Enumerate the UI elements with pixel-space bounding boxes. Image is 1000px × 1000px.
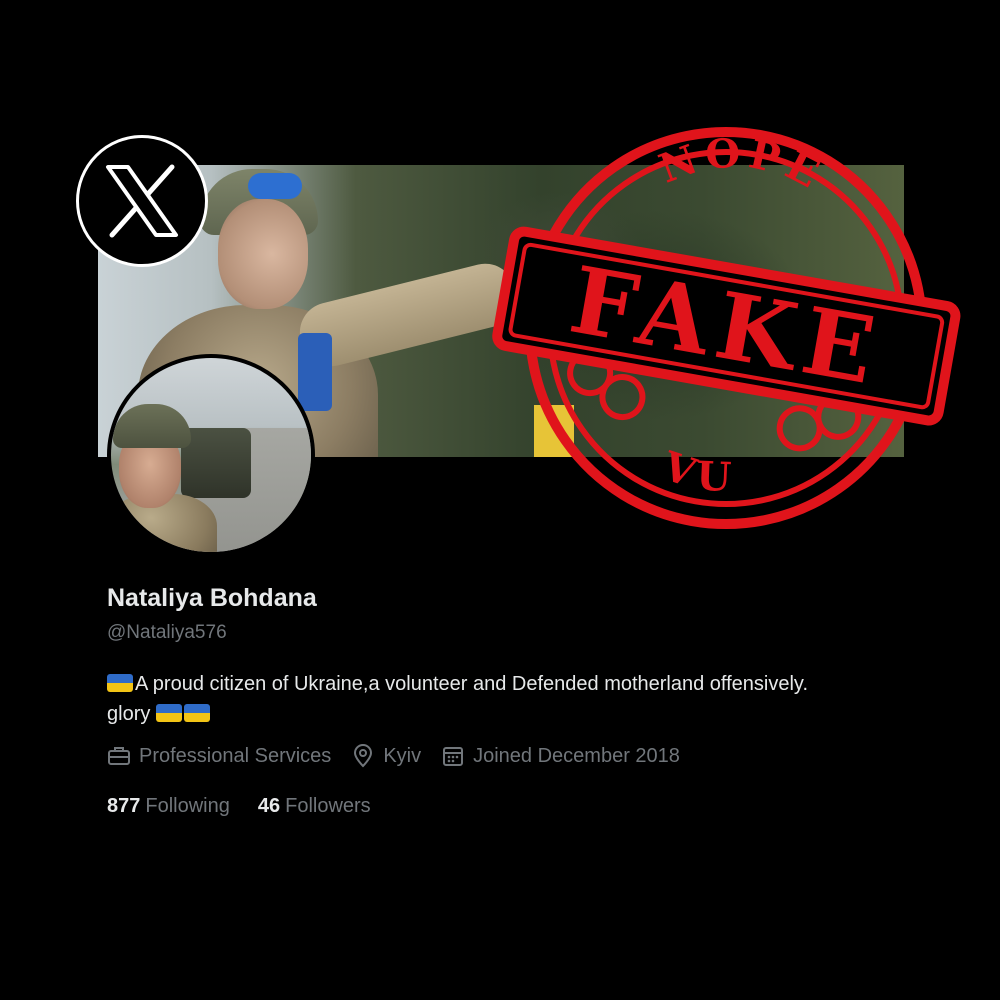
location-pin-icon (354, 744, 373, 768)
ukraine-flag-emoji (183, 704, 210, 722)
fake-stamp: NOPE VU FAKE (492, 118, 961, 529)
ukraine-flag-emoji (155, 704, 182, 722)
calendar-icon (443, 747, 464, 766)
profile-bio: A proud citizen of Ukraine,a volunteer a… (107, 669, 937, 729)
profile-joined: Joined December 2018 (441, 744, 680, 768)
profile-location: Kyiv (351, 744, 421, 768)
profile-name: Nataliya Bohdana (107, 584, 317, 612)
category-label: Professional Services (139, 744, 332, 767)
bio-line-2: glory (107, 703, 151, 725)
following-label: Following (145, 795, 230, 817)
profile-avatar[interactable] (107, 354, 315, 556)
following-count: 877 (107, 795, 141, 817)
avatar-helmet (113, 404, 191, 448)
banner-arm-band (298, 333, 332, 411)
x-logo-icon (76, 135, 208, 267)
profile-handle: @Nataliya576 (107, 622, 227, 643)
followers-count: 46 (257, 795, 281, 817)
banner-helmet-tape (248, 173, 302, 199)
ukraine-flag-emoji (107, 674, 133, 692)
profile-stats: 877 Following 46 Followers (107, 795, 399, 818)
x-logo-glyph (106, 164, 178, 238)
briefcase-icon (108, 747, 130, 765)
following-link[interactable]: 877 Following (107, 795, 230, 818)
avatar-photo (111, 358, 311, 552)
avatar-tank (181, 428, 251, 498)
profile-meta: Professional Services Kyiv Joined Decemb… (107, 744, 700, 768)
stamp-top-text: NOPE (646, 118, 834, 219)
joined-label: Joined December 2018 (473, 744, 680, 767)
banner-soldier-head (218, 199, 308, 309)
profile-category: Professional Services (107, 744, 331, 768)
location-label: Kyiv (383, 744, 422, 767)
followers-label: Followers (285, 795, 371, 817)
bio-line-1: A proud citizen of Ukraine,a volunteer a… (135, 673, 809, 695)
followers-link[interactable]: 46 Followers (258, 795, 371, 818)
